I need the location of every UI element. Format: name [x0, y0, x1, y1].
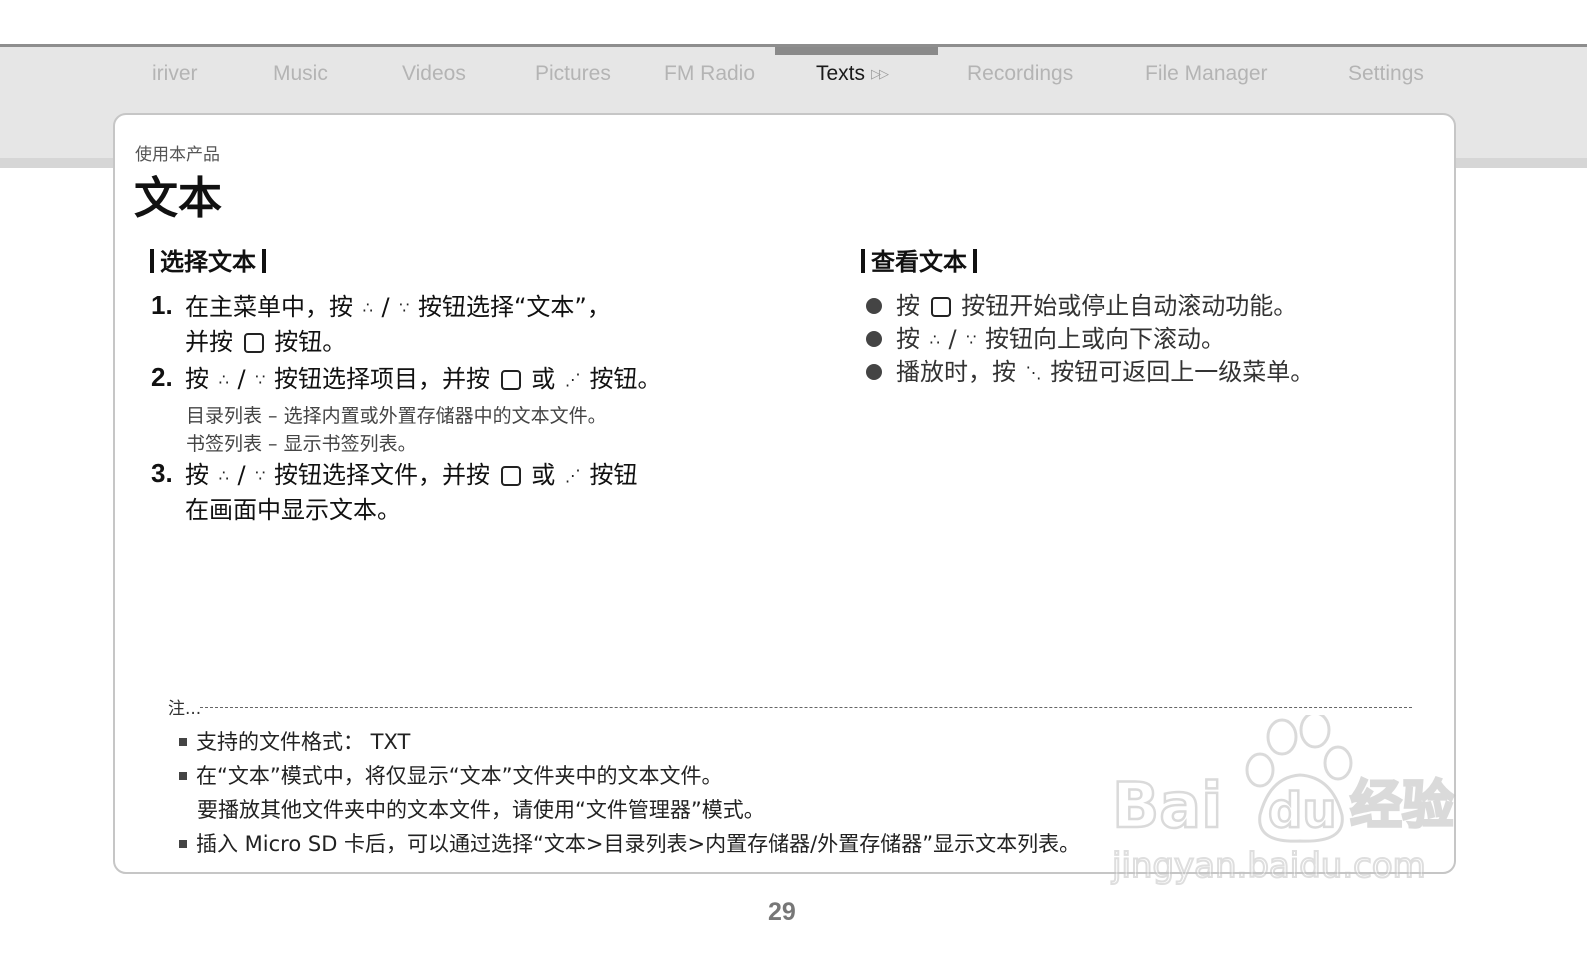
step-line: 按 ∴ / ∵ 按钮选择文件，并按 或 ⋰ 按钮	[185, 458, 638, 493]
square-bullet-icon	[179, 840, 187, 848]
heading-bar-right	[262, 249, 266, 273]
active-tab-indicator	[775, 47, 938, 55]
page-title: 文本	[134, 173, 222, 224]
sub-note-directory-list: 目录列表 – 选择内置或外置存储器中的文本文件。	[186, 405, 607, 427]
up-button-icon: ∴	[218, 370, 229, 389]
notes-divider	[200, 707, 1412, 708]
right-button-icon: ⋰	[564, 466, 581, 485]
heading-bar-left	[150, 249, 154, 273]
heading-bar-right	[973, 249, 977, 273]
note-item: 支持的文件格式： TXT	[179, 726, 410, 756]
bullet-text: 按 ∴ / ∵ 按钮向上或向下滚动。	[896, 325, 1225, 353]
section-heading-label: 选择文本	[160, 248, 256, 276]
step-1-text: 在主菜单中，按 ∴ / ∵ 按钮选择“文本”， 并按 按钮。	[185, 290, 611, 359]
svg-text:Bai: Bai	[1112, 769, 1222, 842]
section-heading-label: 查看文本	[871, 248, 967, 276]
down-button-icon: ∵	[255, 466, 265, 485]
nav-item-fm-radio[interactable]: FM Radio	[664, 62, 755, 86]
right-button-icon: ⋰	[564, 370, 581, 389]
nav-item-recordings[interactable]: Recordings	[967, 62, 1073, 86]
section-heading-view-text: 查看文本	[861, 242, 977, 277]
step-number: 2.	[151, 362, 173, 392]
down-button-icon: ∵	[255, 370, 265, 389]
nav-item-music[interactable]: Music	[273, 62, 328, 86]
section-heading-select-text: 选择文本	[150, 242, 266, 277]
nav-item-texts-label: Texts	[816, 62, 866, 85]
baidu-watermark-logo: Bai du 经验 jingyan.baidu.com	[1110, 715, 1455, 887]
step-3-text: 按 ∴ / ∵ 按钮选择文件，并按 或 ⋰ 按钮 在画面中显示文本。	[185, 458, 638, 527]
list-item: 播放时，按 ⋱ 按钮可返回上一级菜单。	[866, 356, 1314, 389]
down-button-icon: ∵	[399, 298, 409, 317]
ok-button-icon	[500, 466, 521, 486]
list-item: 按 按钮开始或停止自动滚动功能。	[866, 290, 1314, 323]
bullet-icon	[866, 364, 882, 380]
up-button-icon: ∴	[929, 330, 940, 349]
nav-item-iriver[interactable]: iriver	[152, 62, 198, 86]
up-button-icon: ∴	[218, 466, 229, 485]
sub-note-bookmark-list: 书签列表 – 显示书签列表。	[186, 433, 417, 455]
double-chevron-right-icon: ▷▷	[871, 66, 889, 81]
up-button-icon: ∴	[362, 298, 373, 317]
note-text: 插入 Micro SD 卡后，可以通过选择“文本>目录列表>内置存储器/外置存储…	[196, 832, 1081, 856]
list-item: 按 ∴ / ∵ 按钮向上或向下滚动。	[866, 323, 1314, 356]
down-button-icon: ∵	[966, 330, 976, 349]
step-line: 并按 按钮。	[185, 328, 347, 356]
top-navigation: iriver Music Videos Pictures FM Radio Te…	[0, 62, 1587, 96]
square-bullet-icon	[179, 738, 187, 746]
ok-button-icon	[243, 333, 264, 353]
ok-button-icon	[500, 370, 521, 390]
note-continuation: 要播放其他文件夹中的文本文件，请使用“文件管理器”模式。	[197, 798, 765, 822]
step-line: 在画面中显示文本。	[185, 496, 401, 524]
step-number: 1.	[151, 290, 173, 320]
heading-bar-left	[861, 249, 865, 273]
svg-text:jingyan.baidu.com: jingyan.baidu.com	[1111, 846, 1426, 886]
notes-label: 注...	[168, 699, 202, 719]
ok-button-icon	[930, 297, 951, 317]
note-text: 支持的文件格式： TXT	[196, 730, 411, 754]
note-item: 在“文本”模式中，将仅显示“文本”文件夹中的文本文件。	[179, 760, 723, 790]
square-bullet-icon	[179, 772, 187, 780]
view-text-bullets: 按 按钮开始或停止自动滚动功能。 按 ∴ / ∵ 按钮向上或向下滚动。 播放时，…	[866, 290, 1314, 389]
note-item: 插入 Micro SD 卡后，可以通过选择“文本>目录列表>内置存储器/外置存储…	[179, 828, 1080, 858]
step-line: 在主菜单中，按 ∴ / ∵ 按钮选择“文本”，	[185, 290, 611, 325]
notes-label-text: 注	[168, 699, 185, 719]
step-number: 3.	[151, 458, 173, 488]
bullet-icon	[866, 331, 882, 347]
nav-item-settings[interactable]: Settings	[1348, 62, 1424, 86]
svg-text:du: du	[1268, 783, 1337, 839]
svg-text:经验: 经验	[1350, 776, 1454, 836]
left-button-icon: ⋱	[1025, 363, 1042, 382]
bullet-icon	[866, 298, 882, 314]
nav-item-videos[interactable]: Videos	[402, 62, 466, 86]
bullet-text: 按 按钮开始或停止自动滚动功能。	[896, 292, 1298, 320]
nav-item-file-manager[interactable]: File Manager	[1145, 62, 1268, 86]
step-2-text: 按 ∴ / ∵ 按钮选择项目，并按 或 ⋰ 按钮。	[185, 362, 662, 397]
page-number: 29	[768, 898, 796, 926]
nav-item-pictures[interactable]: Pictures	[535, 62, 611, 86]
bullet-text: 播放时，按 ⋱ 按钮可返回上一级菜单。	[896, 358, 1314, 386]
nav-item-texts[interactable]: Texts ▷▷	[816, 62, 889, 86]
step-line: 按 ∴ / ∵ 按钮选择项目，并按 或 ⋰ 按钮。	[185, 362, 662, 397]
note-text: 在“文本”模式中，将仅显示“文本”文件夹中的文本文件。	[196, 764, 723, 788]
